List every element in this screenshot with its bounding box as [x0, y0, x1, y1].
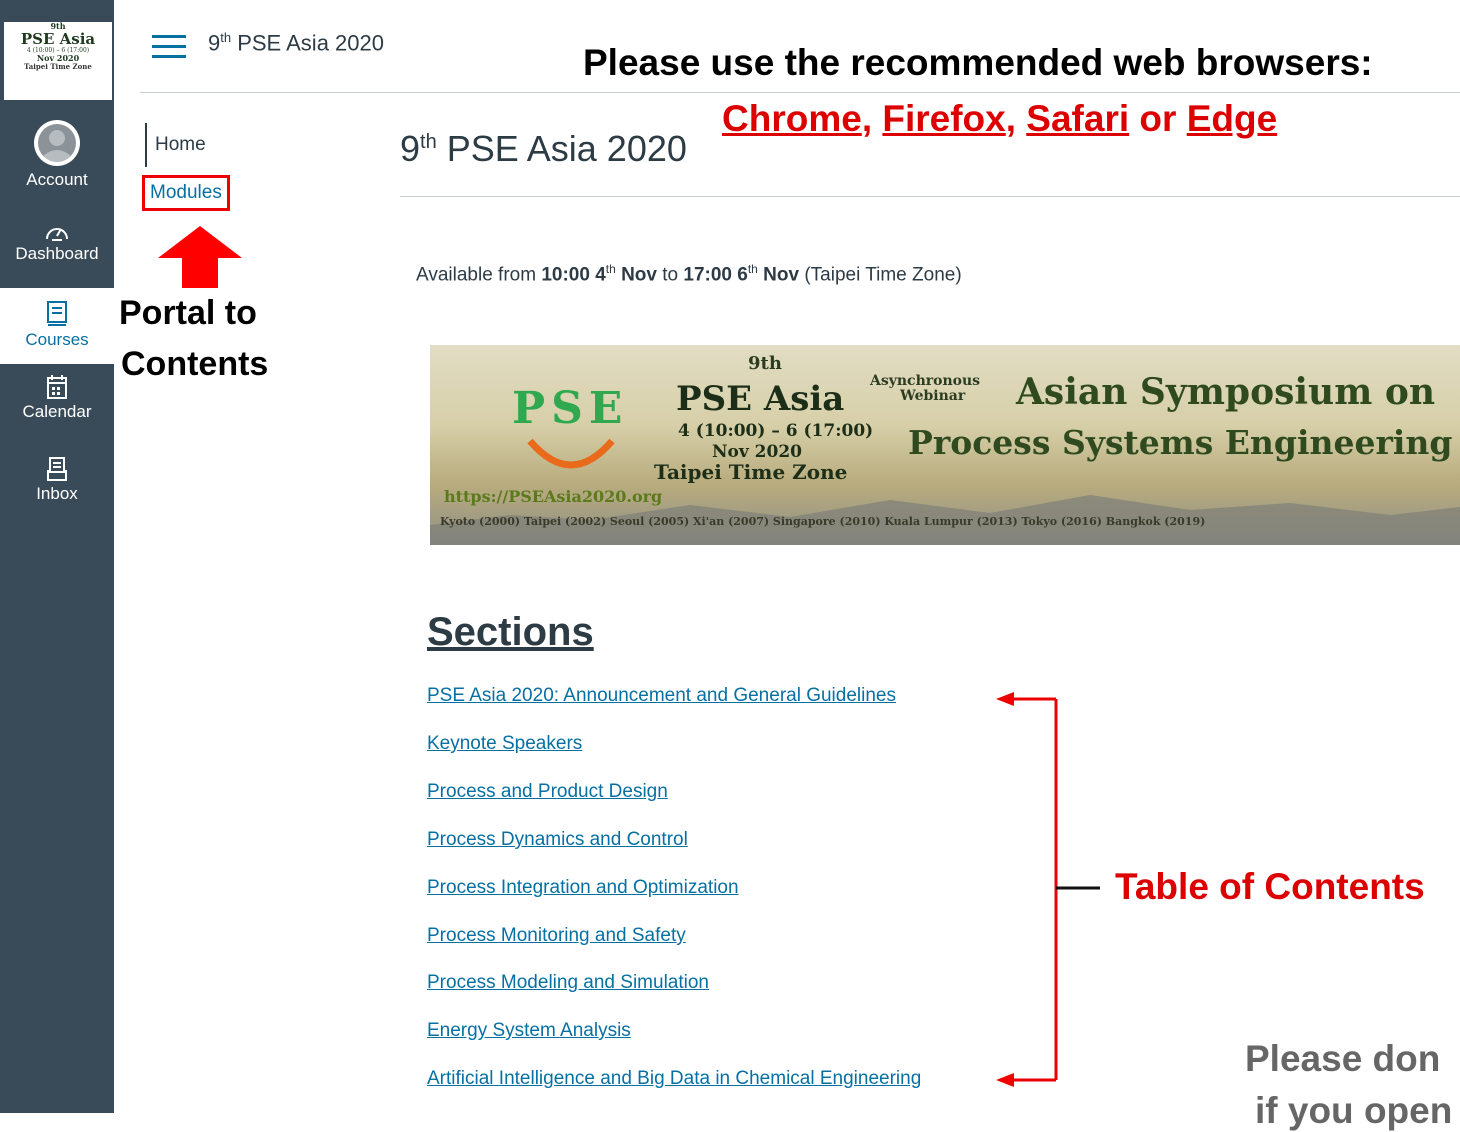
banner-line1: Asian Symposium on [1016, 371, 1436, 413]
banner-url: https://PSEAsia2020.org [444, 487, 663, 506]
course-nav-home[interactable]: Home [145, 123, 206, 167]
sections-heading: Sections [427, 610, 594, 654]
nav-dashboard-label: Dashboard [15, 244, 99, 263]
browser-chrome: Chrome [722, 98, 862, 139]
portal-annotation-line1: Portal to [119, 294, 257, 332]
avail-end-month: Nov [757, 264, 800, 286]
mountain-silhouette [430, 495, 1460, 545]
hamburger-menu-icon[interactable] [152, 35, 186, 58]
portal-annotation-line2: Contents [121, 345, 269, 383]
footer-note-line2: if you open [1255, 1090, 1453, 1131]
nav-account-label: Account [26, 170, 88, 189]
banner-async: Asynchronous [870, 373, 981, 389]
banner-history: Kyoto (2000) Taipei (2002) Seoul (2005) … [440, 515, 1206, 528]
nav-account[interactable]: Account [0, 118, 114, 190]
inbox-icon [47, 457, 67, 481]
breadcrumb-rest: PSE Asia 2020 [231, 30, 384, 56]
banner-webinar: Webinar [900, 388, 966, 404]
courses-icon [47, 301, 67, 326]
section-link-keynote[interactable]: Keynote Speakers [427, 733, 582, 755]
availability-text: Available from 10:00 4th Nov to 17:00 6t… [416, 262, 962, 286]
logo-timezone: Taipei Time Zone [24, 62, 92, 71]
dashboard-icon [46, 228, 68, 241]
nav-calendar-label: Calendar [22, 402, 92, 421]
section-link-monitoring[interactable]: Process Monitoring and Safety [427, 925, 686, 947]
banner-timezone: Taipei Time Zone [654, 460, 848, 484]
banner-dates: 4 (10:00) – 6 (17:00) [678, 421, 874, 441]
red-up-arrow-icon [158, 226, 242, 288]
avail-post: (Taipei Time Zone) [799, 264, 962, 286]
browser-safari: Safari [1026, 98, 1130, 139]
section-link-ai[interactable]: Artificial Intelligence and Big Data in … [427, 1068, 921, 1090]
header-divider [140, 92, 1460, 93]
avail-end: 17:00 6 [683, 264, 748, 286]
course-nav: Home Modules [142, 123, 230, 211]
toc-annotation: Table of Contents [1115, 866, 1425, 907]
nav-dashboard[interactable]: Dashboard [0, 220, 114, 264]
section-link-integration[interactable]: Process Integration and Optimization [427, 877, 739, 899]
section-link-energy[interactable]: Energy System Analysis [427, 1020, 631, 1042]
avail-mid: to [656, 264, 684, 286]
conference-banner: PSE 9th PSE Asia 4 (10:00) – 6 (17:00) N… [430, 345, 1460, 545]
banner-month: Nov 2020 [712, 442, 802, 462]
breadcrumb-sup: th [220, 30, 232, 45]
pse-logo-text: PSE [512, 383, 629, 434]
nav-calendar[interactable]: Calendar [0, 374, 114, 422]
title-divider [400, 196, 1460, 197]
page-title-rest: PSE Asia 2020 [436, 128, 687, 169]
page-title-num: 9 [400, 128, 421, 169]
avail-start-month: Nov [615, 264, 657, 286]
calendar-icon [47, 375, 67, 399]
nav-courses-label: Courses [25, 330, 89, 349]
section-link-design[interactable]: Process and Product Design [427, 781, 668, 803]
browser-sep: , [861, 98, 883, 139]
section-link-announcement[interactable]: PSE Asia 2020: Announcement and General … [427, 685, 896, 707]
browser-edge: Edge [1186, 98, 1278, 139]
nav-inbox[interactable]: Inbox [0, 456, 114, 504]
browser-warning: Please use the recommended web browsers: [583, 42, 1373, 83]
recommended-browsers: Chrome, Firefox, Safari or Edge [722, 98, 1277, 140]
avail-start: 10:00 4 [541, 264, 606, 286]
avail-start-sup: th [605, 262, 616, 276]
avail-pre: Available from [416, 264, 542, 286]
avail-end-sup: th [747, 262, 758, 276]
nav-inbox-label: Inbox [36, 484, 78, 503]
nav-courses[interactable]: Courses [0, 288, 114, 364]
banner-title: PSE Asia [676, 379, 845, 419]
footer-note-line1: Please don [1245, 1038, 1441, 1079]
section-link-dynamics[interactable]: Process Dynamics and Control [427, 829, 688, 851]
browser-firefox: Firefox [882, 98, 1006, 139]
banner-ninth: 9th [748, 353, 782, 374]
section-link-modeling[interactable]: Process Modeling and Simulation [427, 972, 709, 994]
avatar-icon [34, 120, 80, 166]
breadcrumb-num: 9 [208, 30, 221, 56]
course-nav-modules[interactable]: Modules [142, 175, 230, 211]
page-title-sup: th [420, 131, 437, 153]
breadcrumb[interactable]: 9th PSE Asia 2020 [208, 30, 384, 56]
smile-logo-icon [527, 438, 615, 469]
logo-title: PSE Asia [20, 30, 96, 48]
browser-sep: , [1005, 98, 1027, 139]
course-logo[interactable]: 9th PSE Asia 4 (10:00) – 6 (17:00) Nov 2… [4, 22, 112, 100]
banner-line2: Process Systems Engineering [908, 423, 1453, 462]
page-title: 9th PSE Asia 2020 [400, 128, 687, 170]
browser-sep: or [1129, 98, 1187, 139]
global-nav: 9th PSE Asia 4 (10:00) – 6 (17:00) Nov 2… [0, 0, 114, 1113]
